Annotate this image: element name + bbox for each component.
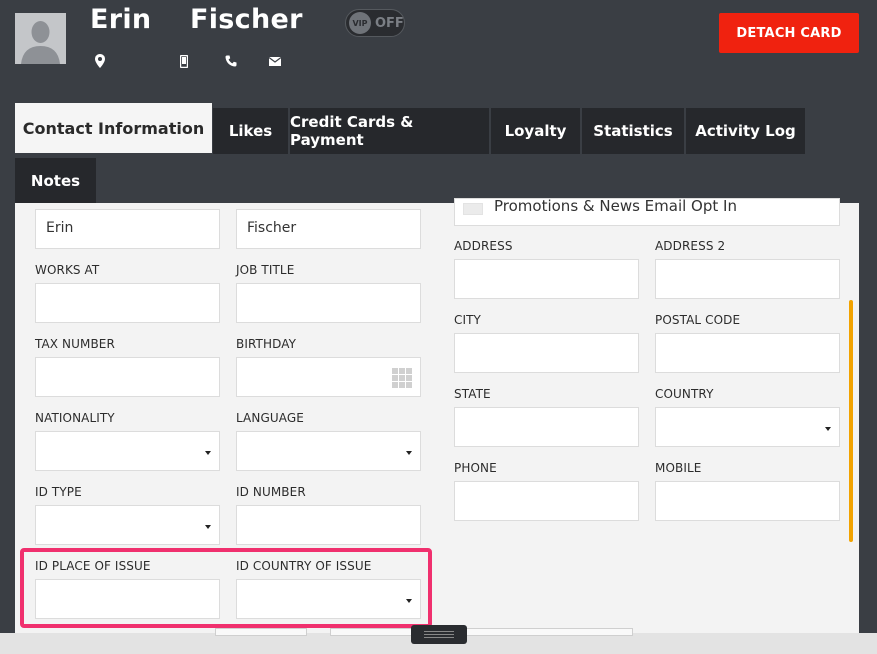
id-type-label: ID TYPE (35, 485, 82, 499)
tab-contact-information[interactable]: Contact Information (15, 103, 212, 153)
tax-number-field[interactable] (35, 357, 220, 397)
city-field[interactable] (454, 333, 639, 373)
avatar (15, 13, 66, 64)
detach-card-button[interactable]: DETACH CARD (719, 13, 859, 53)
country-select[interactable] (655, 407, 840, 447)
nationality-label: NATIONALITY (35, 411, 115, 425)
phone-field[interactable] (454, 481, 639, 521)
calendar-grid-icon[interactable] (392, 368, 412, 388)
address-field[interactable] (454, 259, 639, 299)
state-field[interactable] (454, 407, 639, 447)
last-name-field[interactable]: Fischer (236, 209, 421, 249)
nationality-select[interactable] (35, 431, 220, 471)
mobile-field[interactable] (655, 481, 840, 521)
language-select[interactable] (236, 431, 421, 471)
tab-loyalty[interactable]: Loyalty (491, 108, 580, 154)
tab-statistics[interactable]: Statistics (582, 108, 684, 154)
chevron-down-icon (205, 451, 211, 455)
guest-last-name: Fischer (190, 4, 303, 35)
promotions-optin-checkbox[interactable] (463, 203, 483, 215)
tab-notes[interactable]: Notes (15, 158, 96, 204)
postal-code-label: POSTAL CODE (655, 313, 741, 327)
tab-activity-log[interactable]: Activity Log (686, 108, 805, 154)
birthday-field[interactable] (236, 357, 421, 397)
id-number-label: ID NUMBER (236, 485, 306, 499)
next-field-peek (215, 628, 307, 636)
works-at-field[interactable] (35, 283, 220, 323)
birthday-label: BIRTHDAY (236, 337, 297, 351)
postal-code-field[interactable] (655, 333, 840, 373)
tab-likes[interactable]: Likes (213, 108, 288, 154)
tab-credit-cards-payment[interactable]: Credit Cards & Payment (290, 108, 489, 154)
job-title-field[interactable] (236, 283, 421, 323)
works-at-label: WORKS AT (35, 263, 100, 277)
country-label: COUNTRY (655, 387, 714, 401)
promotions-optin-label: Promotions & News Email Opt In (494, 197, 737, 215)
mobile-phone-icon[interactable] (175, 52, 193, 70)
vip-toggle[interactable]: VIP OFF (345, 9, 405, 37)
chevron-down-icon (205, 525, 211, 529)
vip-state-label: OFF (375, 15, 404, 31)
id-number-field[interactable] (236, 505, 421, 545)
next-field-peek (330, 628, 633, 636)
guest-first-name: Erin (90, 4, 152, 35)
id-type-select[interactable] (35, 505, 220, 545)
phone-label: PHONE (454, 461, 497, 475)
first-name-field[interactable]: Erin (35, 209, 220, 249)
address-label: ADDRESS (454, 239, 513, 253)
city-label: CITY (454, 313, 481, 327)
chevron-down-icon (406, 451, 412, 455)
mobile-label: MOBILE (655, 461, 702, 475)
language-label: LANGUAGE (236, 411, 304, 425)
address2-field[interactable] (655, 259, 840, 299)
state-label: STATE (454, 387, 491, 401)
address2-label: ADDRESS 2 (655, 239, 726, 253)
person-silhouette-icon (15, 13, 66, 64)
envelope-icon[interactable] (266, 52, 284, 70)
drawer-handle[interactable] (411, 625, 467, 644)
form-scrollbar[interactable] (849, 300, 853, 542)
vip-badge: VIP (349, 12, 371, 34)
job-title-label: JOB TITLE (236, 263, 295, 277)
phone-handset-icon[interactable] (222, 52, 240, 70)
chevron-down-icon (825, 427, 831, 431)
tax-number-label: TAX NUMBER (35, 337, 115, 351)
id-issue-highlight-box (20, 548, 432, 628)
map-pin-icon[interactable] (91, 52, 109, 70)
